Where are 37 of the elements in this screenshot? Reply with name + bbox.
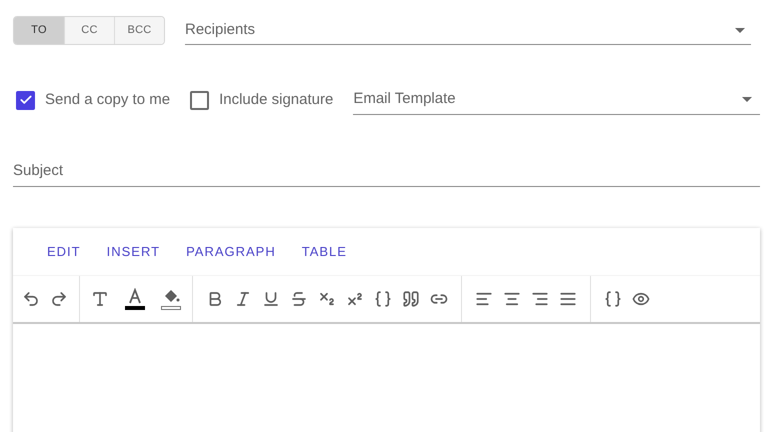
strikethrough-icon	[290, 290, 308, 308]
dropdown-caret-icon	[735, 28, 745, 32]
align-justify-icon	[559, 290, 577, 308]
checkbox[interactable]	[16, 90, 35, 110]
recipient-type-tab[interactable]: CC	[64, 17, 114, 44]
editor-menu-item[interactable]: TABLE	[288, 242, 360, 262]
editor-menu-item[interactable]: INSERT	[94, 242, 174, 262]
email-template-dropdown[interactable]: Email Template	[353, 85, 760, 115]
quote-icon	[402, 290, 420, 308]
align-right-icon	[531, 290, 549, 308]
check-icon	[18, 93, 32, 107]
editor-menu-item[interactable]: EDIT	[34, 242, 94, 262]
email-template-input: Email Template	[353, 88, 742, 111]
dropdown-caret-icon	[742, 97, 752, 102]
recipients-dropdown[interactable]: Recipients	[185, 16, 751, 44]
fill-color-icon	[161, 288, 181, 310]
checkbox-label: Send a copy to me	[45, 90, 170, 110]
font-style-icon	[91, 290, 109, 308]
italic-icon	[234, 290, 252, 308]
checkbox-label: Include signature	[219, 90, 334, 110]
eye-icon	[632, 290, 650, 308]
subject-field[interactable]: Subject	[13, 155, 760, 187]
superscript-icon	[346, 290, 364, 308]
checkbox[interactable]	[190, 90, 210, 110]
align-left-icon	[475, 290, 493, 308]
recipient-type-tab[interactable]: TO	[14, 17, 64, 44]
undo-icon	[22, 290, 40, 308]
redo-icon	[50, 290, 68, 308]
underline-icon	[262, 290, 280, 308]
editor-menu-item[interactable]: PARAGRAPH	[173, 242, 289, 262]
recipients-input: Recipients	[185, 18, 735, 42]
text-color-icon	[125, 288, 145, 310]
recipient-type-tab[interactable]: BCC	[114, 17, 164, 44]
subscript-icon	[318, 290, 336, 308]
braces-icon	[374, 290, 392, 308]
braces-icon	[604, 290, 622, 308]
align-center-icon	[503, 290, 521, 308]
